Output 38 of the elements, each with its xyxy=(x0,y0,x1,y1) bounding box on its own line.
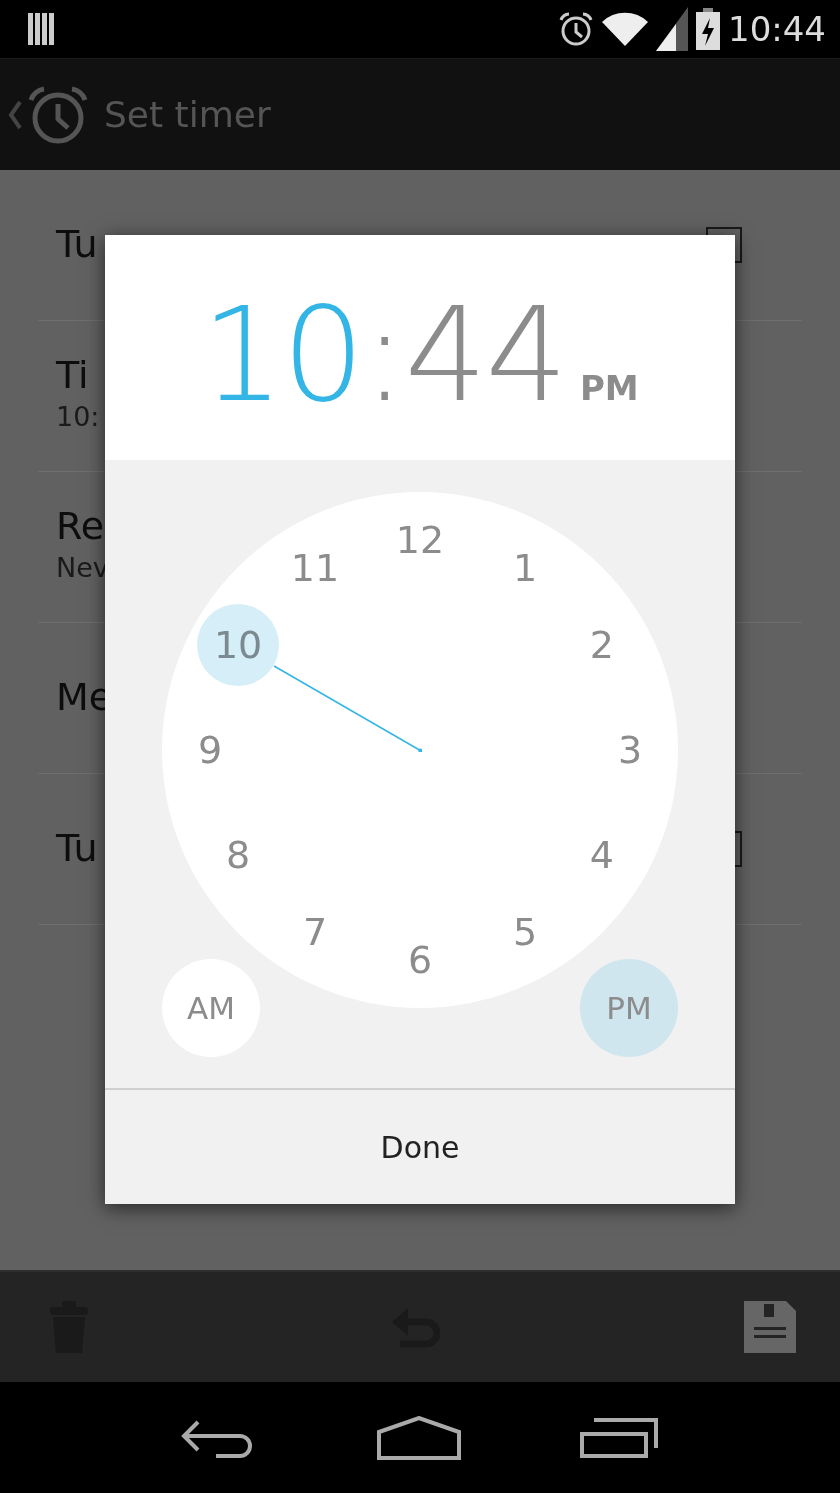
hour-number[interactable]: 5 xyxy=(512,912,538,951)
hour-number[interactable]: 10 xyxy=(213,626,263,664)
signal-icon xyxy=(656,7,688,51)
home-icon[interactable] xyxy=(377,1415,461,1460)
hour-number[interactable]: 11 xyxy=(290,549,340,588)
hour-number[interactable]: 4 xyxy=(589,836,614,874)
hour-number[interactable]: 7 xyxy=(302,912,328,951)
recent-apps-icon[interactable] xyxy=(580,1417,661,1458)
pm-button[interactable]: PM xyxy=(580,959,678,1057)
setting-title: Ti xyxy=(56,354,90,397)
hours-display[interactable]: 10 xyxy=(201,290,363,420)
setting-title: Re xyxy=(56,505,106,548)
status-time: 10:44 xyxy=(728,7,826,51)
notification-icon xyxy=(28,13,56,45)
hour-number[interactable]: 3 xyxy=(617,731,643,769)
alarm-icon xyxy=(558,12,594,46)
hour-number[interactable]: 8 xyxy=(226,836,251,874)
setting-value: Nev xyxy=(56,550,109,585)
hour-number[interactable]: 6 xyxy=(407,941,433,979)
hour-number[interactable]: 9 xyxy=(197,731,223,769)
back-caret-icon[interactable] xyxy=(8,99,22,130)
alarm-clock-icon xyxy=(28,85,88,144)
battery-icon xyxy=(696,8,720,50)
hour-number[interactable]: 12 xyxy=(395,521,445,559)
save-icon[interactable] xyxy=(744,1301,796,1353)
done-button[interactable]: Done xyxy=(105,1090,735,1204)
wifi-icon xyxy=(602,12,648,46)
setting-title: Tu xyxy=(56,828,98,870)
clock-hand[interactable] xyxy=(272,664,422,752)
am-button[interactable]: AM xyxy=(162,959,260,1057)
setting-title: Tu xyxy=(56,224,98,266)
time-separator: : xyxy=(362,290,405,420)
minutes-display[interactable]: 44 xyxy=(404,290,566,420)
setting-value: 10: xyxy=(56,399,100,434)
hour-number[interactable]: 2 xyxy=(589,626,614,664)
am-pm-indicator: PM xyxy=(579,367,639,410)
screen-title: Set timer xyxy=(104,92,271,137)
hour-number[interactable]: 1 xyxy=(512,549,538,588)
